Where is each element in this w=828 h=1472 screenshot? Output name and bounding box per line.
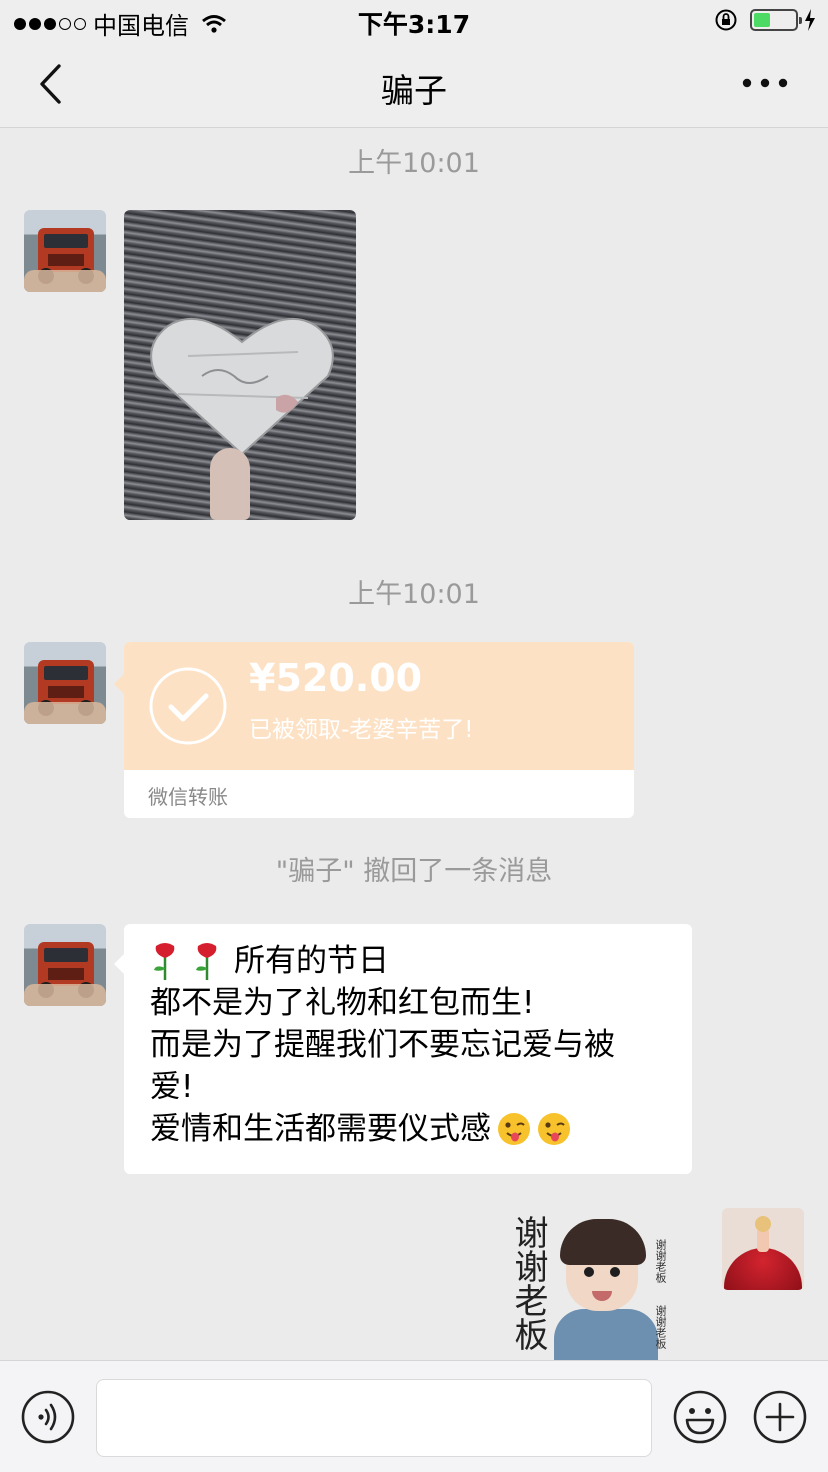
message-text: 都不是为了礼物和红包而生! bbox=[150, 985, 535, 1021]
message-text: 所有的节日 bbox=[234, 943, 389, 979]
timestamp: 上午10:01 bbox=[348, 148, 480, 179]
message-line: 都不是为了礼物和红包而生! bbox=[150, 982, 668, 1024]
transfer-status: 已被领取-老婆辛苦了! bbox=[249, 717, 474, 743]
status-bar: 中国电信 下午3:17 bbox=[0, 0, 828, 40]
recall-notice: "骗子" 撤回了一条消息 bbox=[275, 856, 553, 887]
message-input[interactable] bbox=[96, 1379, 652, 1457]
rotation-lock-icon bbox=[715, 9, 737, 31]
sticker-side-text: 谢谢老板 bbox=[654, 1239, 667, 1283]
more-dots-icon[interactable] bbox=[738, 68, 792, 98]
status-time: 下午3:17 bbox=[357, 10, 471, 39]
contact-avatar[interactable] bbox=[24, 210, 106, 292]
message-line: 爱! bbox=[150, 1066, 668, 1108]
image-message[interactable] bbox=[124, 210, 356, 520]
message-line: 而是为了提醒我们不要忘记爱与被 bbox=[150, 1024, 668, 1066]
transfer-label: 微信转账 bbox=[148, 785, 228, 809]
nav-bar: 骗子 bbox=[0, 40, 828, 128]
message-line: 所有的节日 bbox=[150, 940, 668, 982]
rose-emoji-icon bbox=[154, 943, 175, 980]
message-text: 爱情和生活都需要仪式感 bbox=[150, 1111, 491, 1147]
text-message-bubble[interactable]: 所有的节日 都不是为了礼物和红包而生! 而是为了提醒我们不要忘记爱与被 爱! 爱… bbox=[114, 924, 692, 1174]
message-text: 爱! bbox=[150, 1069, 194, 1105]
transfer-card[interactable]: ¥520.00 已被领取-老婆辛苦了! 微信转账 bbox=[114, 642, 634, 818]
rose-emoji-icon bbox=[196, 943, 217, 980]
contact-avatar[interactable] bbox=[24, 642, 106, 724]
battery-icon bbox=[750, 9, 802, 31]
page-title: 骗子 bbox=[381, 71, 447, 110]
charging-bolt-icon bbox=[805, 9, 815, 31]
contact-avatar[interactable] bbox=[24, 924, 106, 1006]
wink-tongue-emoji-icon bbox=[538, 1113, 570, 1145]
input-bar bbox=[0, 1360, 828, 1472]
emoji-icon[interactable] bbox=[672, 1389, 728, 1445]
voice-icon[interactable] bbox=[20, 1389, 76, 1445]
sticker-message[interactable]: 谢谢老板 谢谢老板 谢谢老板 bbox=[500, 1209, 680, 1360]
sticker-side-text: 谢谢老板 bbox=[654, 1305, 667, 1349]
my-avatar[interactable] bbox=[722, 1208, 804, 1290]
sticker-caption: 谢谢老板 bbox=[508, 1215, 548, 1351]
chat-area[interactable]: 上午10:01 上午10:01 ¥520.00 已被领取-老婆辛苦了! 微信转账… bbox=[0, 129, 828, 1360]
message-line: 爱情和生活都需要仪式感 bbox=[150, 1108, 668, 1150]
plus-icon[interactable] bbox=[752, 1389, 808, 1445]
timestamp: 上午10:01 bbox=[348, 579, 480, 610]
check-circle-icon bbox=[149, 667, 227, 745]
battery-fill bbox=[754, 13, 770, 27]
transfer-amount: ¥520.00 bbox=[249, 656, 423, 700]
message-text: 而是为了提醒我们不要忘记爱与被 bbox=[150, 1027, 615, 1063]
heart-banknote-image bbox=[150, 317, 334, 456]
wink-tongue-emoji-icon bbox=[498, 1113, 530, 1145]
status-right bbox=[714, 8, 816, 32]
